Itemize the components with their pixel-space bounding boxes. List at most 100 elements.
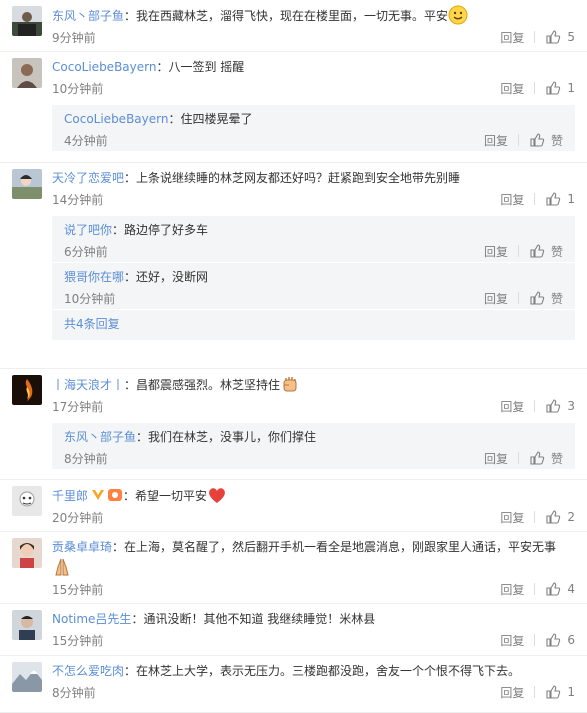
thumbs-up-icon bbox=[529, 290, 545, 306]
reply-button[interactable]: 回复 bbox=[500, 509, 524, 526]
colon-separator: ： bbox=[124, 270, 137, 284]
reply-username[interactable]: 东风丶部子鱼 bbox=[64, 430, 136, 444]
comment-item: 不怎么爱吃肉：在林芝上大学，表示无压力。三楼跑都没跑，舍友一个个恨不得飞下去。 … bbox=[0, 656, 587, 713]
comment-username[interactable]: 东风丶部子鱼 bbox=[52, 9, 124, 23]
colon-separator: ： bbox=[123, 489, 136, 503]
thumbs-up-icon bbox=[529, 450, 545, 466]
reply-button[interactable]: 回复 bbox=[500, 581, 524, 598]
reply-button[interactable]: 回复 bbox=[484, 243, 508, 260]
reply-text: 还好，没断网 bbox=[136, 270, 209, 284]
comment-item: 千里郎 ：希望一切平安 20分钟前 回复 2 bbox=[0, 480, 587, 532]
like-button[interactable]: 6 bbox=[545, 632, 575, 648]
like-count: 1 bbox=[567, 81, 575, 95]
divider bbox=[534, 193, 536, 205]
comment-time: 17分钟前 bbox=[52, 399, 104, 414]
comment-time: 14分钟前 bbox=[52, 192, 104, 207]
reply-button[interactable]: 回复 bbox=[500, 684, 524, 701]
like-button[interactable]: 2 bbox=[545, 509, 575, 525]
like-button[interactable]: 赞 bbox=[529, 450, 563, 467]
like-count: 6 bbox=[567, 633, 575, 647]
like-label: 赞 bbox=[550, 244, 563, 259]
colon-separator: ： bbox=[136, 430, 149, 444]
vip-icon bbox=[91, 489, 105, 501]
reply-button[interactable]: 回复 bbox=[500, 632, 524, 649]
reply-button[interactable]: 回复 bbox=[500, 398, 524, 415]
reply-button[interactable]: 回复 bbox=[500, 80, 524, 97]
pray-emoji-icon bbox=[52, 557, 72, 577]
avatar[interactable] bbox=[12, 169, 42, 199]
divider bbox=[534, 686, 536, 698]
reply-text: 我们在林芝，没事儿，你们撑住 bbox=[148, 430, 317, 444]
thumbs-up-icon bbox=[529, 132, 545, 148]
like-button[interactable]: 3 bbox=[545, 398, 575, 414]
colon-separator: ： bbox=[131, 612, 144, 626]
reply-button[interactable]: 回复 bbox=[484, 290, 508, 307]
comment-username[interactable]: 天冷了恋爱吧 bbox=[52, 171, 124, 185]
divider bbox=[517, 134, 519, 146]
colon-separator: ： bbox=[124, 9, 137, 23]
reply-time: 10分钟前 bbox=[64, 291, 116, 306]
divider bbox=[517, 245, 519, 257]
more-replies-link[interactable]: 共4条回复 bbox=[52, 310, 575, 340]
thumbs-up-icon bbox=[529, 243, 545, 259]
colon-separator: ： bbox=[124, 378, 137, 392]
like-button[interactable]: 1 bbox=[545, 80, 575, 96]
comment-item: 天冷了恋爱吧：上条说继续睡的林芝网友都还好吗？赶紧跑到安全地带先别睡 14分钟前… bbox=[0, 163, 587, 369]
avatar[interactable] bbox=[12, 6, 42, 36]
thumbs-up-icon bbox=[545, 398, 561, 414]
thumbs-up-icon bbox=[545, 581, 561, 597]
avatar[interactable] bbox=[12, 662, 42, 692]
avatar[interactable] bbox=[12, 58, 42, 88]
comment-username[interactable]: 贡桑卓卓琦 bbox=[52, 540, 112, 554]
like-button[interactable]: 赞 bbox=[529, 243, 563, 260]
comment-text: 在上海，莫名醒了，然后翻开手机一看全是地震消息，刚跟家里人通话，平安无事 bbox=[124, 540, 557, 554]
like-button[interactable]: 1 bbox=[545, 191, 575, 207]
reply-button[interactable]: 回复 bbox=[500, 29, 524, 46]
reply-list: 东风丶部子鱼：我们在林芝，没事儿，你们撑住 8分钟前 回复 赞 bbox=[52, 423, 575, 470]
reply-list: 说了吧你：路边停了好多车 6分钟前 回复 赞 猥哥你在哪：还好，没断网 10分钟… bbox=[52, 216, 575, 340]
like-button[interactable]: 赞 bbox=[529, 290, 563, 307]
comment-username[interactable]: 丨海天浪才丨 bbox=[52, 378, 124, 392]
thumbs-up-icon bbox=[545, 684, 561, 700]
avatar[interactable] bbox=[12, 486, 42, 516]
reply-item: 猥哥你在哪：还好，没断网 10分钟前 回复 赞 bbox=[52, 263, 575, 310]
reply-button[interactable]: 回复 bbox=[484, 132, 508, 149]
comment-time: 8分钟前 bbox=[52, 685, 96, 700]
comment-time: 20分钟前 bbox=[52, 510, 104, 525]
like-count: 2 bbox=[567, 510, 575, 524]
comment-username[interactable]: 千里郎 bbox=[52, 489, 88, 503]
like-label: 赞 bbox=[550, 133, 563, 148]
comment-text: 昌都震感强烈。林芝坚持住 bbox=[136, 378, 281, 392]
thumbs-up-icon bbox=[545, 191, 561, 207]
avatar[interactable] bbox=[12, 610, 42, 640]
comment-text: 希望一切平安 bbox=[135, 489, 208, 503]
like-button[interactable]: 赞 bbox=[529, 132, 563, 149]
reply-button[interactable]: 回复 bbox=[500, 191, 524, 208]
like-count: 5 bbox=[567, 30, 575, 44]
like-button[interactable]: 5 bbox=[545, 29, 575, 45]
like-button[interactable]: 1 bbox=[545, 684, 575, 700]
reply-username[interactable]: 猥哥你在哪 bbox=[64, 270, 124, 284]
level-badge-icon bbox=[107, 488, 123, 502]
comment-username[interactable]: Notime吕先生 bbox=[52, 612, 131, 626]
colon-separator: ： bbox=[156, 60, 169, 74]
colon-separator: ： bbox=[112, 223, 125, 237]
comment-text: 在林芝上大学，表示无压力。三楼跑都没跑，舍友一个个恨不得飞下去。 bbox=[136, 664, 521, 678]
colon-separator: ： bbox=[112, 540, 125, 554]
reply-username[interactable]: CocoLiebeBayern bbox=[64, 112, 168, 126]
like-button[interactable]: 4 bbox=[545, 581, 575, 597]
avatar[interactable] bbox=[12, 538, 42, 568]
reply-button[interactable]: 回复 bbox=[484, 450, 508, 467]
comment-item: CocoLiebeBayern：八一签到 摇醒 10分钟前 回复 1 CocoL… bbox=[0, 52, 587, 163]
comment-username[interactable]: 不怎么爱吃肉 bbox=[52, 664, 124, 678]
reply-username[interactable]: 说了吧你 bbox=[64, 223, 112, 237]
reply-item: CocoLiebeBayern：住四楼晃晕了 4分钟前 回复 赞 bbox=[52, 105, 575, 152]
avatar[interactable] bbox=[12, 375, 42, 405]
divider bbox=[534, 82, 536, 94]
like-count: 1 bbox=[567, 685, 575, 699]
reply-item: 说了吧你：路边停了好多车 6分钟前 回复 赞 bbox=[52, 216, 575, 263]
divider bbox=[534, 511, 536, 523]
comment-time: 9分钟前 bbox=[52, 30, 96, 45]
reply-time: 8分钟前 bbox=[64, 451, 108, 466]
comment-username[interactable]: CocoLiebeBayern bbox=[52, 60, 156, 74]
